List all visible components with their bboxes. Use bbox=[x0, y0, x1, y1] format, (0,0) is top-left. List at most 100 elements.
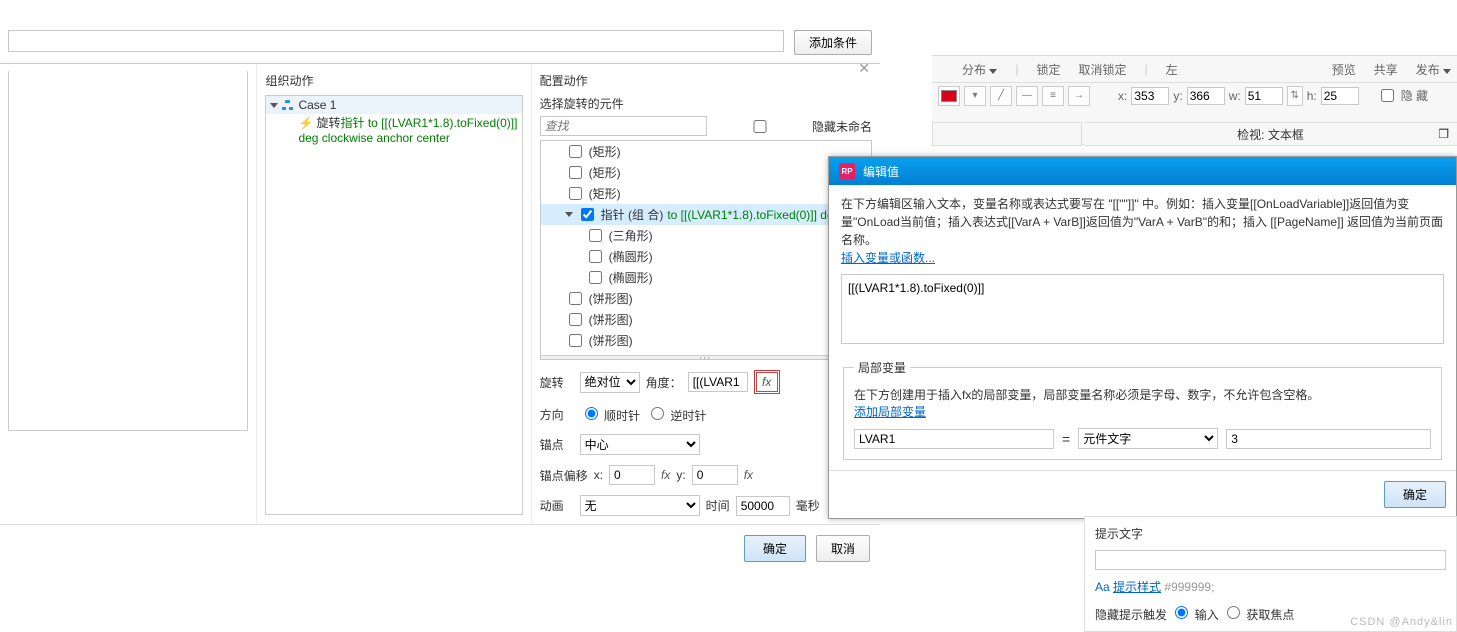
dir-cw-radio[interactable]: 顺时针 bbox=[580, 404, 640, 424]
horizontal-scrollbar[interactable] bbox=[541, 355, 871, 360]
hidden-label: 隐 藏 bbox=[1401, 87, 1428, 104]
dir-ccw-radio[interactable]: 逆时针 bbox=[646, 404, 706, 424]
cancel-button[interactable]: 取消 bbox=[816, 535, 870, 562]
menu-unlock[interactable]: 取消锁定 bbox=[1079, 61, 1127, 78]
case-editor-dialog: ✕ 添加条件 组织动作 Case 1 ⚡ 旋转指针 to [[(LVAR1*1.… bbox=[0, 0, 880, 572]
local-var-name-input[interactable] bbox=[854, 429, 1054, 449]
tree-row-selected[interactable]: 指针 (组 合) to [[(LVAR1*1.8).toFixed(0)]] d… bbox=[541, 204, 871, 225]
chevron-down-icon bbox=[1443, 69, 1451, 74]
tree-checkbox[interactable] bbox=[569, 166, 582, 179]
animation-select[interactable]: 无 bbox=[580, 495, 700, 516]
coord-x-label: x: bbox=[1118, 89, 1127, 103]
arrow-button[interactable]: → bbox=[1068, 86, 1090, 106]
app-logo-icon: RP bbox=[839, 163, 855, 179]
tree-checkbox[interactable] bbox=[581, 208, 594, 221]
offset-y-input[interactable] bbox=[692, 465, 738, 485]
inspector-title: 检视: 文本框 bbox=[1237, 126, 1304, 143]
popout-icon[interactable]: ❐ bbox=[1438, 127, 1449, 141]
case-icon bbox=[282, 100, 294, 110]
edit-value-dialog: RP 编辑值 在下方编辑区输入文本，变量名称或表达式要写在 "[[""]]" 中… bbox=[828, 156, 1457, 519]
tree-checkbox[interactable] bbox=[569, 145, 582, 158]
dialog-title: 编辑值 bbox=[863, 163, 899, 180]
coord-y-input[interactable] bbox=[1187, 87, 1225, 105]
equals-sign: = bbox=[1062, 431, 1070, 447]
offset-label: 锚点偏移 bbox=[540, 467, 588, 484]
trigger-focus-radio[interactable]: 获取焦点 bbox=[1222, 608, 1294, 622]
link-wh-button[interactable]: ⇅ bbox=[1287, 86, 1303, 106]
tree-checkbox[interactable] bbox=[569, 187, 582, 200]
time-label: 时间 bbox=[706, 497, 730, 514]
menu-preview[interactable]: 预览 bbox=[1332, 61, 1356, 78]
local-var-legend: 局部变量 bbox=[854, 359, 910, 376]
fx-button[interactable]: fx bbox=[756, 372, 778, 392]
select-widget-label: 选择旋转的元件 bbox=[540, 95, 872, 112]
aa-icon: Aa bbox=[1095, 580, 1110, 594]
menu-publish[interactable]: 发布 bbox=[1416, 61, 1451, 78]
insert-var-link[interactable]: 插入变量或函数... bbox=[841, 251, 935, 265]
menu-align-left[interactable]: 左 bbox=[1166, 61, 1178, 78]
menu-distribute[interactable]: 分布 bbox=[962, 61, 997, 78]
ok-button[interactable]: 确定 bbox=[744, 535, 806, 562]
dialog-titlebar[interactable]: RP 编辑值 bbox=[829, 157, 1456, 185]
fill-color-button[interactable] bbox=[938, 86, 960, 106]
add-condition-button[interactable]: 添加条件 bbox=[794, 30, 872, 55]
tool-button[interactable]: ▾ bbox=[964, 86, 986, 106]
trigger-input-radio[interactable]: 输入 bbox=[1170, 608, 1218, 622]
organize-actions-title: 组织动作 bbox=[265, 72, 522, 89]
time-unit: 毫秒 bbox=[796, 497, 820, 514]
coord-x-input[interactable] bbox=[1131, 87, 1169, 105]
configure-actions-title: 配置动作 bbox=[540, 72, 872, 89]
inspector-header: 检视: 文本框 ❐ bbox=[1084, 122, 1457, 146]
animation-label: 动画 bbox=[540, 497, 574, 514]
tree-checkbox[interactable] bbox=[569, 334, 582, 347]
case-row[interactable]: Case 1 bbox=[266, 96, 521, 114]
line-style-button[interactable]: — bbox=[1016, 86, 1038, 106]
ok-button[interactable]: 确定 bbox=[1384, 481, 1446, 508]
anchor-select[interactable]: 中心 bbox=[580, 434, 700, 455]
widget-tree[interactable]: (矩形) (矩形) (矩形) 指针 (组 合) to [[(LVAR1*1.8)… bbox=[540, 140, 872, 360]
offset-x-input[interactable] bbox=[609, 465, 655, 485]
tree-checkbox[interactable] bbox=[569, 292, 582, 305]
coord-h-input[interactable] bbox=[1321, 87, 1359, 105]
rotate-mode-select[interactable]: 绝对位 bbox=[580, 372, 640, 393]
close-icon[interactable]: ✕ bbox=[858, 60, 870, 77]
inspector-panel: 提示文字 Aa 提示样式 #999999; 隐藏提示触发 输入 获取焦点 bbox=[1084, 516, 1457, 632]
local-var-description: 在下方创建用于插入fx的局部变量，局部变量名称必须是字母、数字，不允许包含空格。 bbox=[854, 386, 1431, 403]
add-local-var-link[interactable]: 添加局部变量 bbox=[854, 405, 926, 419]
local-var-type-select[interactable]: 元件文字 bbox=[1078, 428, 1218, 449]
expand-icon[interactable] bbox=[565, 212, 573, 217]
menu-lock[interactable]: 锁定 bbox=[1036, 61, 1060, 78]
widget-search-input[interactable] bbox=[540, 116, 707, 136]
fx-icon[interactable]: fx bbox=[744, 468, 753, 482]
angle-label: 角度： bbox=[646, 374, 682, 391]
hidden-checkbox[interactable] bbox=[1381, 89, 1394, 102]
fx-icon[interactable]: fx bbox=[661, 468, 670, 482]
case-action-row[interactable]: ⚡ 旋转指针 to [[(LVAR1*1.8).toFixed(0)]] deg… bbox=[266, 114, 521, 148]
hint-text-header: 提示文字 bbox=[1095, 525, 1446, 542]
local-var-fieldset: 局部变量 在下方创建用于插入fx的局部变量，局部变量名称必须是字母、数字，不允许… bbox=[843, 359, 1442, 460]
tree-checkbox[interactable] bbox=[569, 313, 582, 326]
menu-share[interactable]: 共享 bbox=[1374, 61, 1398, 78]
tree-checkbox[interactable] bbox=[589, 229, 602, 242]
local-var-value-input[interactable] bbox=[1226, 429, 1431, 449]
coord-h-label: h: bbox=[1307, 89, 1317, 103]
watermark: CSDN @Andy&lin bbox=[1350, 616, 1453, 628]
tree-checkbox[interactable] bbox=[589, 250, 602, 263]
angle-input[interactable] bbox=[688, 372, 748, 392]
canvas-ruler bbox=[932, 122, 1082, 146]
case-name-input[interactable] bbox=[8, 30, 784, 52]
hide-unnamed-checkbox[interactable] bbox=[717, 120, 803, 133]
case-name: Case 1 bbox=[298, 98, 336, 112]
expression-textarea[interactable]: [[(LVAR1*1.8).toFixed(0)]] bbox=[841, 274, 1444, 344]
hint-text-input[interactable] bbox=[1095, 550, 1446, 570]
tree-checkbox[interactable] bbox=[589, 271, 602, 284]
line-color-button[interactable]: ╱ bbox=[990, 86, 1012, 106]
anchor-label: 锚点 bbox=[540, 436, 574, 453]
expand-icon[interactable] bbox=[270, 103, 278, 108]
coord-w-input[interactable] bbox=[1245, 87, 1283, 105]
line-weight-button[interactable]: ≡ bbox=[1042, 86, 1064, 106]
time-input[interactable] bbox=[736, 496, 790, 516]
hint-style-link[interactable]: 提示样式 bbox=[1113, 580, 1161, 594]
organize-actions-panel: 组织动作 Case 1 ⚡ 旋转指针 to [[(LVAR1*1.8).toFi… bbox=[257, 64, 531, 524]
fill-swatch-icon bbox=[941, 90, 957, 102]
